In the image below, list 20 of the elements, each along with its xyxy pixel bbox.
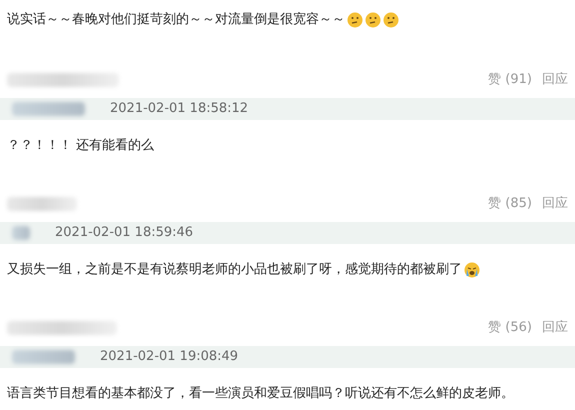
thinking-face-icon xyxy=(365,12,381,28)
blurred-username xyxy=(7,197,77,211)
comment-text: 说实话～～春晚对他们挺苛刻的～～对流量倒是很宽容～～ xyxy=(7,11,345,29)
comment-text: 语言类节目想看的基本都没了，看一些演员和爱豆假唱吗？听说还有不怎么鲜的皮老师。 xyxy=(7,385,514,403)
comment-text: ？？！！！ 还有能看的么 xyxy=(7,137,154,155)
thinking-face-icon xyxy=(383,12,399,28)
reply-link[interactable]: 回应 xyxy=(542,194,568,214)
comment-text: 又损失一组，之前是不是有说蔡明老师的小品也被刷了呀，感觉期待的都被刷了 xyxy=(7,261,462,279)
reply-link[interactable]: 回应 xyxy=(542,318,568,338)
crying-face-icon xyxy=(464,262,480,278)
like-link[interactable]: 赞 (85) xyxy=(488,194,532,214)
timestamp: 2021-02-01 18:58:12 xyxy=(110,100,248,118)
timestamp: 2021-02-01 19:08:49 xyxy=(100,348,238,366)
blurred-avatar xyxy=(12,226,30,240)
blurred-avatar xyxy=(12,350,75,364)
thinking-face-icon xyxy=(347,12,363,28)
like-link[interactable]: 赞 (56) xyxy=(488,318,532,338)
like-link[interactable]: 赞 (91) xyxy=(488,70,532,90)
timestamp: 2021-02-01 18:59:46 xyxy=(55,224,194,242)
reply-link[interactable]: 回应 xyxy=(542,70,568,90)
